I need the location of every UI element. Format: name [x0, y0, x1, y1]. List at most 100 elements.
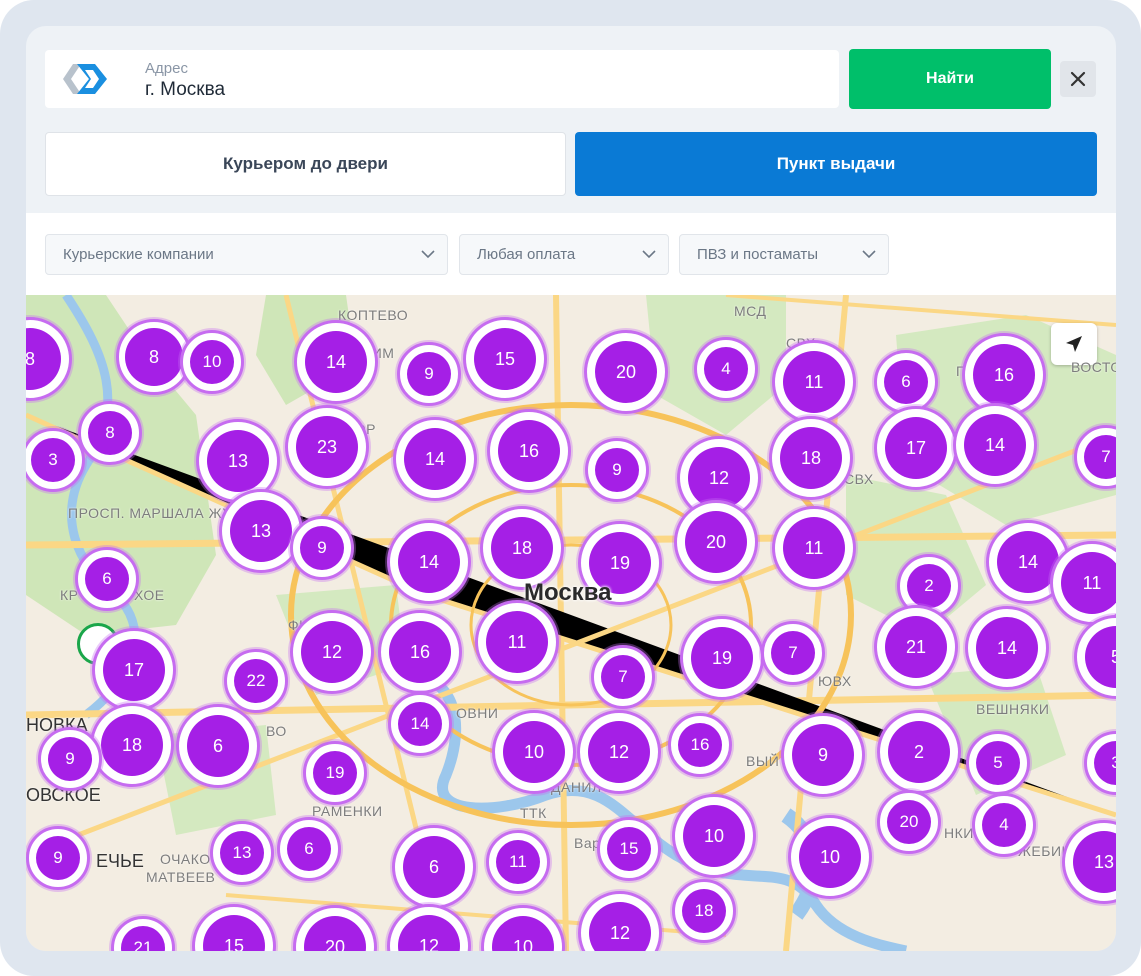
cluster-marker[interactable]: 19	[680, 616, 764, 700]
find-button[interactable]: Найти	[849, 49, 1051, 109]
cluster-marker[interactable]: 10	[788, 815, 872, 899]
cluster-count: 15	[474, 328, 536, 390]
cluster-marker[interactable]: 12	[290, 610, 374, 694]
cluster-count: 6	[187, 715, 249, 777]
cluster-marker[interactable]: 18	[90, 703, 174, 787]
cluster-marker[interactable]: 16	[487, 409, 571, 493]
cluster-count: 6	[287, 827, 331, 871]
cluster-marker[interactable]: 15	[463, 317, 547, 401]
cluster-count: 9	[48, 737, 92, 781]
city-label: Москва	[524, 579, 612, 606]
cluster-marker[interactable]: 14	[965, 606, 1049, 690]
cluster-marker[interactable]: 9	[26, 826, 90, 890]
cluster-count: 14	[305, 331, 367, 393]
cluster-marker[interactable]: 16	[668, 713, 732, 777]
map-label: ХОЕ	[134, 587, 165, 603]
cluster-marker[interactable]: 11	[475, 600, 559, 684]
cluster-marker[interactable]: 10	[672, 794, 756, 878]
address-label: Адрес	[145, 60, 188, 77]
cluster-marker[interactable]: 13	[210, 821, 274, 885]
chevron-down-icon	[421, 250, 435, 259]
map-label: НКИ	[944, 825, 974, 841]
cluster-marker[interactable]: 9	[585, 438, 649, 502]
cluster-marker[interactable]: 18	[480, 506, 564, 590]
cluster-marker[interactable]: 6	[277, 817, 341, 881]
cluster-count: 15	[607, 827, 651, 871]
cluster-marker[interactable]: 13	[219, 489, 303, 573]
map-label: ВОСТО	[1071, 359, 1116, 375]
chevron-down-icon	[862, 250, 876, 259]
cluster-count: 10	[492, 916, 554, 951]
cluster-marker[interactable]: 18	[769, 416, 853, 500]
cluster-marker[interactable]: 11	[486, 830, 550, 894]
cluster-marker[interactable]: 14	[387, 520, 471, 604]
map[interactable]: КОПТЕВОЛИМПЫЙАЭРМСДСВХПОЛЬВОСТОПРОСП. МА…	[26, 295, 1116, 951]
widget-frame: Адрес г. Москва Найти Курьером до двери …	[0, 0, 1141, 976]
cluster-count: 10	[683, 805, 745, 867]
cluster-marker[interactable]: 23	[285, 405, 369, 489]
cluster-count: 20	[304, 916, 366, 951]
cluster-marker[interactable]: 2	[877, 710, 961, 794]
cluster-marker[interactable]: 18	[672, 879, 736, 943]
cluster-count: 12	[589, 902, 651, 951]
cluster-marker[interactable]: 15	[597, 817, 661, 881]
cluster-marker[interactable]: 6	[75, 547, 139, 611]
cluster-count: 13	[230, 500, 292, 562]
cluster-marker[interactable]: 10	[180, 330, 244, 394]
cluster-marker[interactable]: 14	[953, 403, 1037, 487]
cluster-marker[interactable]: 17	[874, 406, 958, 490]
cluster-marker[interactable]: 14	[388, 692, 452, 756]
cluster-marker[interactable]: 10	[492, 710, 576, 794]
cluster-count: 13	[207, 430, 269, 492]
map-label: МАТВЕЕВ	[146, 869, 216, 885]
cluster-count: 8	[88, 411, 132, 455]
cluster-marker[interactable]: 20	[674, 500, 758, 584]
cluster-marker[interactable]: 9	[781, 713, 865, 797]
address-value[interactable]: г. Москва	[145, 79, 225, 101]
cluster-count: 8	[26, 328, 61, 390]
filter-label: ПВЗ и постаматы	[697, 246, 819, 263]
cluster-marker[interactable]: 14	[294, 320, 378, 404]
cluster-count: 12	[588, 721, 650, 783]
cluster-marker[interactable]: 21	[874, 605, 958, 689]
cluster-count: 8	[125, 328, 183, 386]
cluster-marker[interactable]: 16	[378, 610, 462, 694]
cluster-marker[interactable]: 9	[397, 342, 461, 406]
cluster-marker[interactable]: 20	[877, 790, 941, 854]
cluster-marker[interactable]: 19	[303, 741, 367, 805]
filter-courier-companies[interactable]: Курьерские компании	[45, 234, 448, 275]
address-field[interactable]: Адрес г. Москва	[45, 50, 839, 108]
cluster-marker[interactable]: 20	[584, 330, 668, 414]
cluster-count: 2	[907, 564, 951, 608]
cluster-marker[interactable]: 6	[176, 704, 260, 788]
cluster-marker[interactable]: 17	[92, 628, 176, 712]
cluster-marker[interactable]: 14	[393, 417, 477, 501]
cluster-marker[interactable]: 9	[290, 516, 354, 580]
cluster-marker[interactable]: 7	[591, 645, 655, 709]
filter-payment[interactable]: Любая оплата	[459, 234, 669, 275]
cluster-marker[interactable]: 5	[966, 731, 1030, 795]
filter-label: Любая оплата	[477, 246, 576, 263]
cluster-count: 2	[888, 721, 950, 783]
close-button[interactable]	[1060, 61, 1096, 97]
cluster-marker[interactable]: 7	[761, 621, 825, 685]
filter-point-type[interactable]: ПВЗ и постаматы	[679, 234, 889, 275]
cluster-marker[interactable]: 6	[392, 825, 476, 909]
cluster-count: 7	[1084, 435, 1116, 479]
cluster-marker[interactable]: 22	[224, 649, 288, 713]
cluster-marker[interactable]: 11	[772, 340, 856, 424]
tab-courier[interactable]: Курьером до двери	[45, 132, 566, 196]
cluster-marker[interactable]: 4	[972, 793, 1036, 857]
filter-label: Курьерские компании	[63, 246, 214, 263]
cluster-marker[interactable]: 11	[772, 506, 856, 590]
cluster-count: 11	[783, 517, 845, 579]
cluster-marker[interactable]: 4	[694, 337, 758, 401]
cluster-marker[interactable]: 8	[78, 401, 142, 465]
map-label: РАМЕНКИ	[312, 803, 383, 819]
cluster-count: 20	[685, 511, 747, 573]
tab-pickup-point[interactable]: Пункт выдачи	[575, 132, 1097, 196]
cluster-marker[interactable]: 6	[874, 350, 938, 414]
cluster-marker[interactable]: 9	[38, 727, 102, 791]
map-label: ВЕШНЯКИ	[976, 701, 1050, 717]
cluster-marker[interactable]: 12	[577, 710, 661, 794]
